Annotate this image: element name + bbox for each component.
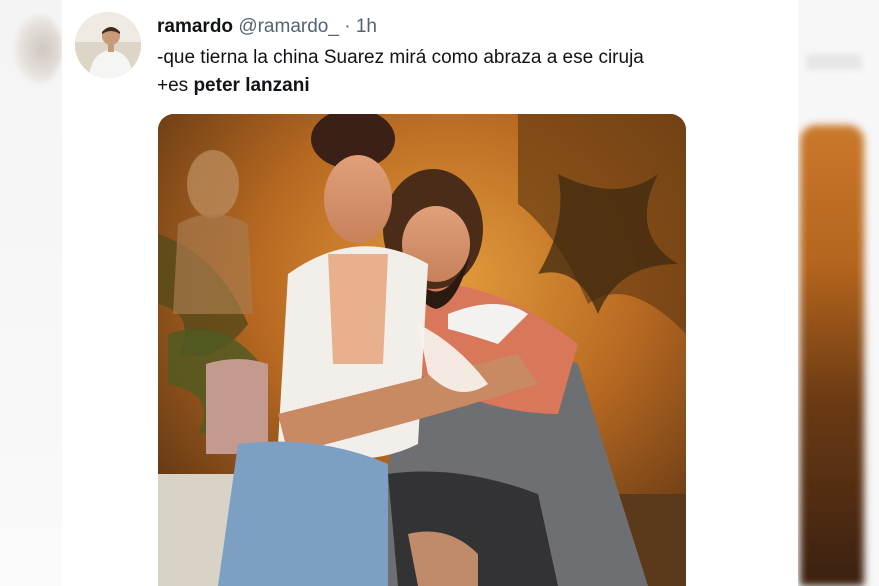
photo-image <box>158 114 686 586</box>
avatar-image <box>75 12 141 78</box>
tweet-text-line-1: -que tierna la china Suarez mirá como ab… <box>157 47 644 68</box>
author-display-name[interactable]: ramardo <box>157 16 233 37</box>
tweet-photo[interactable] <box>158 114 686 586</box>
tweet-card[interactable]: ramardo @ramardo_ · 1h -que tierna la ch… <box>62 0 798 586</box>
tweet-text: -que tierna la china Suarez mirá como ab… <box>157 44 777 100</box>
tweet-timestamp[interactable]: 1h <box>356 16 377 37</box>
blurred-avatar <box>14 14 62 84</box>
blurred-photo <box>800 125 864 586</box>
tweet-text-line-2: +es peter lanzani <box>157 72 777 100</box>
tweet-header: ramardo @ramardo_ · 1h <box>157 14 377 40</box>
author-handle[interactable]: @ramardo_ <box>238 16 339 37</box>
right-blurred-panel <box>798 0 879 586</box>
blurred-text <box>806 54 862 70</box>
avatar[interactable] <box>75 12 141 78</box>
tweet-text-prefix: +es <box>157 75 194 96</box>
separator-dot: · <box>344 16 351 37</box>
left-blurred-panel <box>0 0 62 586</box>
tweet-text-bold: peter lanzani <box>193 75 310 96</box>
